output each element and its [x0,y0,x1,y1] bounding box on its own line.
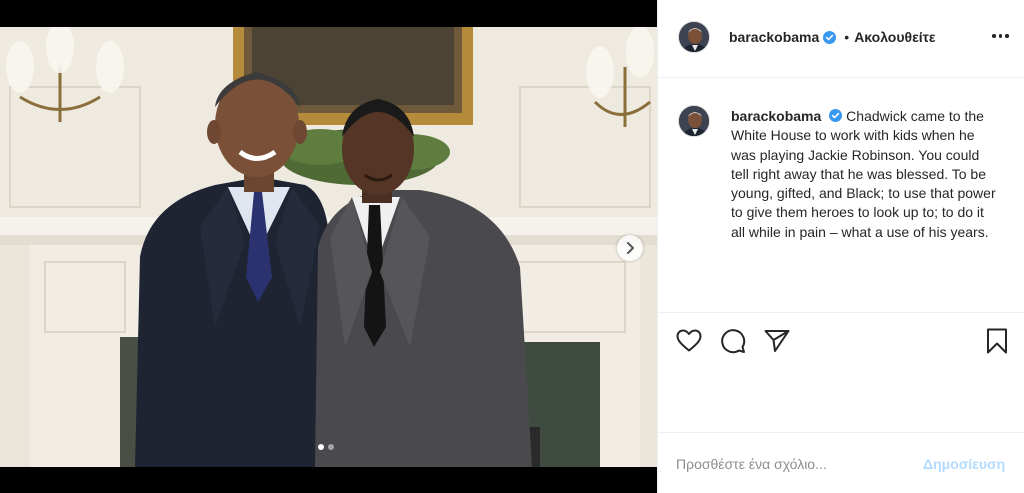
comment-input[interactable] [676,454,916,474]
verified-badge-icon [823,30,837,44]
author-avatar[interactable] [678,21,710,53]
header-info: barackobama • Ακολουθείτε [729,29,936,45]
bookmark-icon [987,328,1007,354]
post-caption: barackobama Chadwick came to the White H… [731,107,1001,242]
header-separator: • [844,29,850,45]
paper-plane-icon [764,330,790,352]
add-comment-bar: Δημοσίευση [658,434,1024,493]
follow-status-button[interactable]: Ακολουθείτε [854,29,935,45]
share-button[interactable] [762,326,792,356]
heart-icon [676,329,702,352]
more-dot-icon [992,34,996,38]
save-button[interactable] [982,326,1012,356]
caption-text: Chadwick came to the White House to work… [731,108,996,240]
avatar-image [679,22,709,52]
post-header: barackobama • Ακολουθείτε [658,0,1024,78]
comment-bubble-icon [721,329,746,354]
caption-section: barackobama Chadwick came to the White H… [658,78,1024,312]
more-dot-icon [998,34,1002,38]
comment-button[interactable] [718,326,748,356]
next-slide-button[interactable] [617,235,643,261]
verified-badge-icon [829,109,843,122]
more-options-button[interactable] [990,28,1011,44]
avatar-image [679,106,709,136]
like-button[interactable] [674,326,704,356]
carousel-indicator [318,444,334,450]
post-sidebar: barackobama • Ακολουθείτε barackobama Ch… [657,0,1024,493]
caption-username[interactable]: barackobama [731,108,821,124]
post-comment-button[interactable]: Δημοσίευση [923,456,1005,472]
more-dot-icon [1005,34,1009,38]
post-photo-illustration [0,27,657,467]
caption-author-avatar[interactable] [678,105,710,137]
post-actions [658,312,1024,433]
chevron-right-icon [627,242,634,254]
author-username[interactable]: barackobama [729,29,819,45]
post-media [0,0,657,493]
post-photo[interactable] [0,27,657,467]
carousel-dot [328,444,334,450]
carousel-dot-active [318,444,324,450]
